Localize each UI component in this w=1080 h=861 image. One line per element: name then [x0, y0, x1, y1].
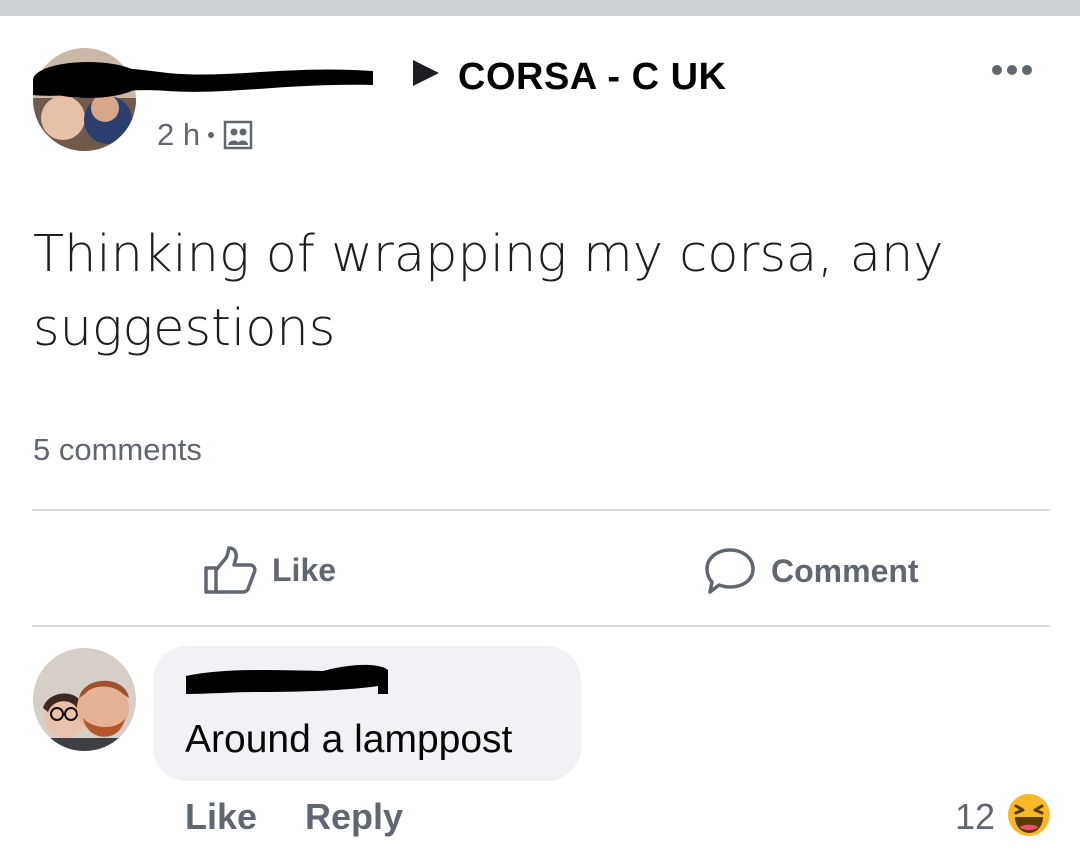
comment-button[interactable]: Comment [703, 546, 919, 596]
post-meta: 2 h [157, 115, 254, 155]
more-options-button[interactable] [987, 58, 1037, 82]
comment-bubble-icon [705, 548, 755, 594]
more-dot [1022, 65, 1032, 75]
post-time[interactable]: 2 h [157, 117, 200, 153]
shared-to-arrow-icon [413, 60, 439, 86]
more-dot [1007, 65, 1017, 75]
haha-icon[interactable] [1005, 791, 1053, 839]
comment-count-link[interactable]: 5 comments [33, 432, 202, 468]
group-audience-icon [223, 120, 253, 150]
like-button[interactable]: Like [203, 546, 336, 594]
commenter-avatar[interactable] [33, 648, 136, 751]
more-dot [992, 65, 1002, 75]
post-header: CORSA - C UK [30, 52, 730, 102]
like-label: Like [272, 551, 337, 588]
thumbs-up-icon [204, 546, 257, 594]
post-body-text: Thinking of wrapping my corsa, any sugge… [33, 225, 944, 358]
comment-body-text: Around a lamppost [185, 718, 513, 761]
top-status-bar [0, 0, 1080, 16]
reaction-count[interactable]: 12 [955, 796, 995, 838]
comment-like-button[interactable]: Like [185, 796, 257, 838]
comment-reply-button[interactable]: Reply [305, 796, 403, 838]
redacted-commenter-name [186, 664, 388, 694]
group-name-link[interactable]: CORSA - C UK [458, 56, 726, 99]
separator-dot [208, 132, 215, 138]
divider [32, 509, 1050, 511]
comment-label: Comment [771, 552, 919, 589]
divider [32, 625, 1050, 627]
